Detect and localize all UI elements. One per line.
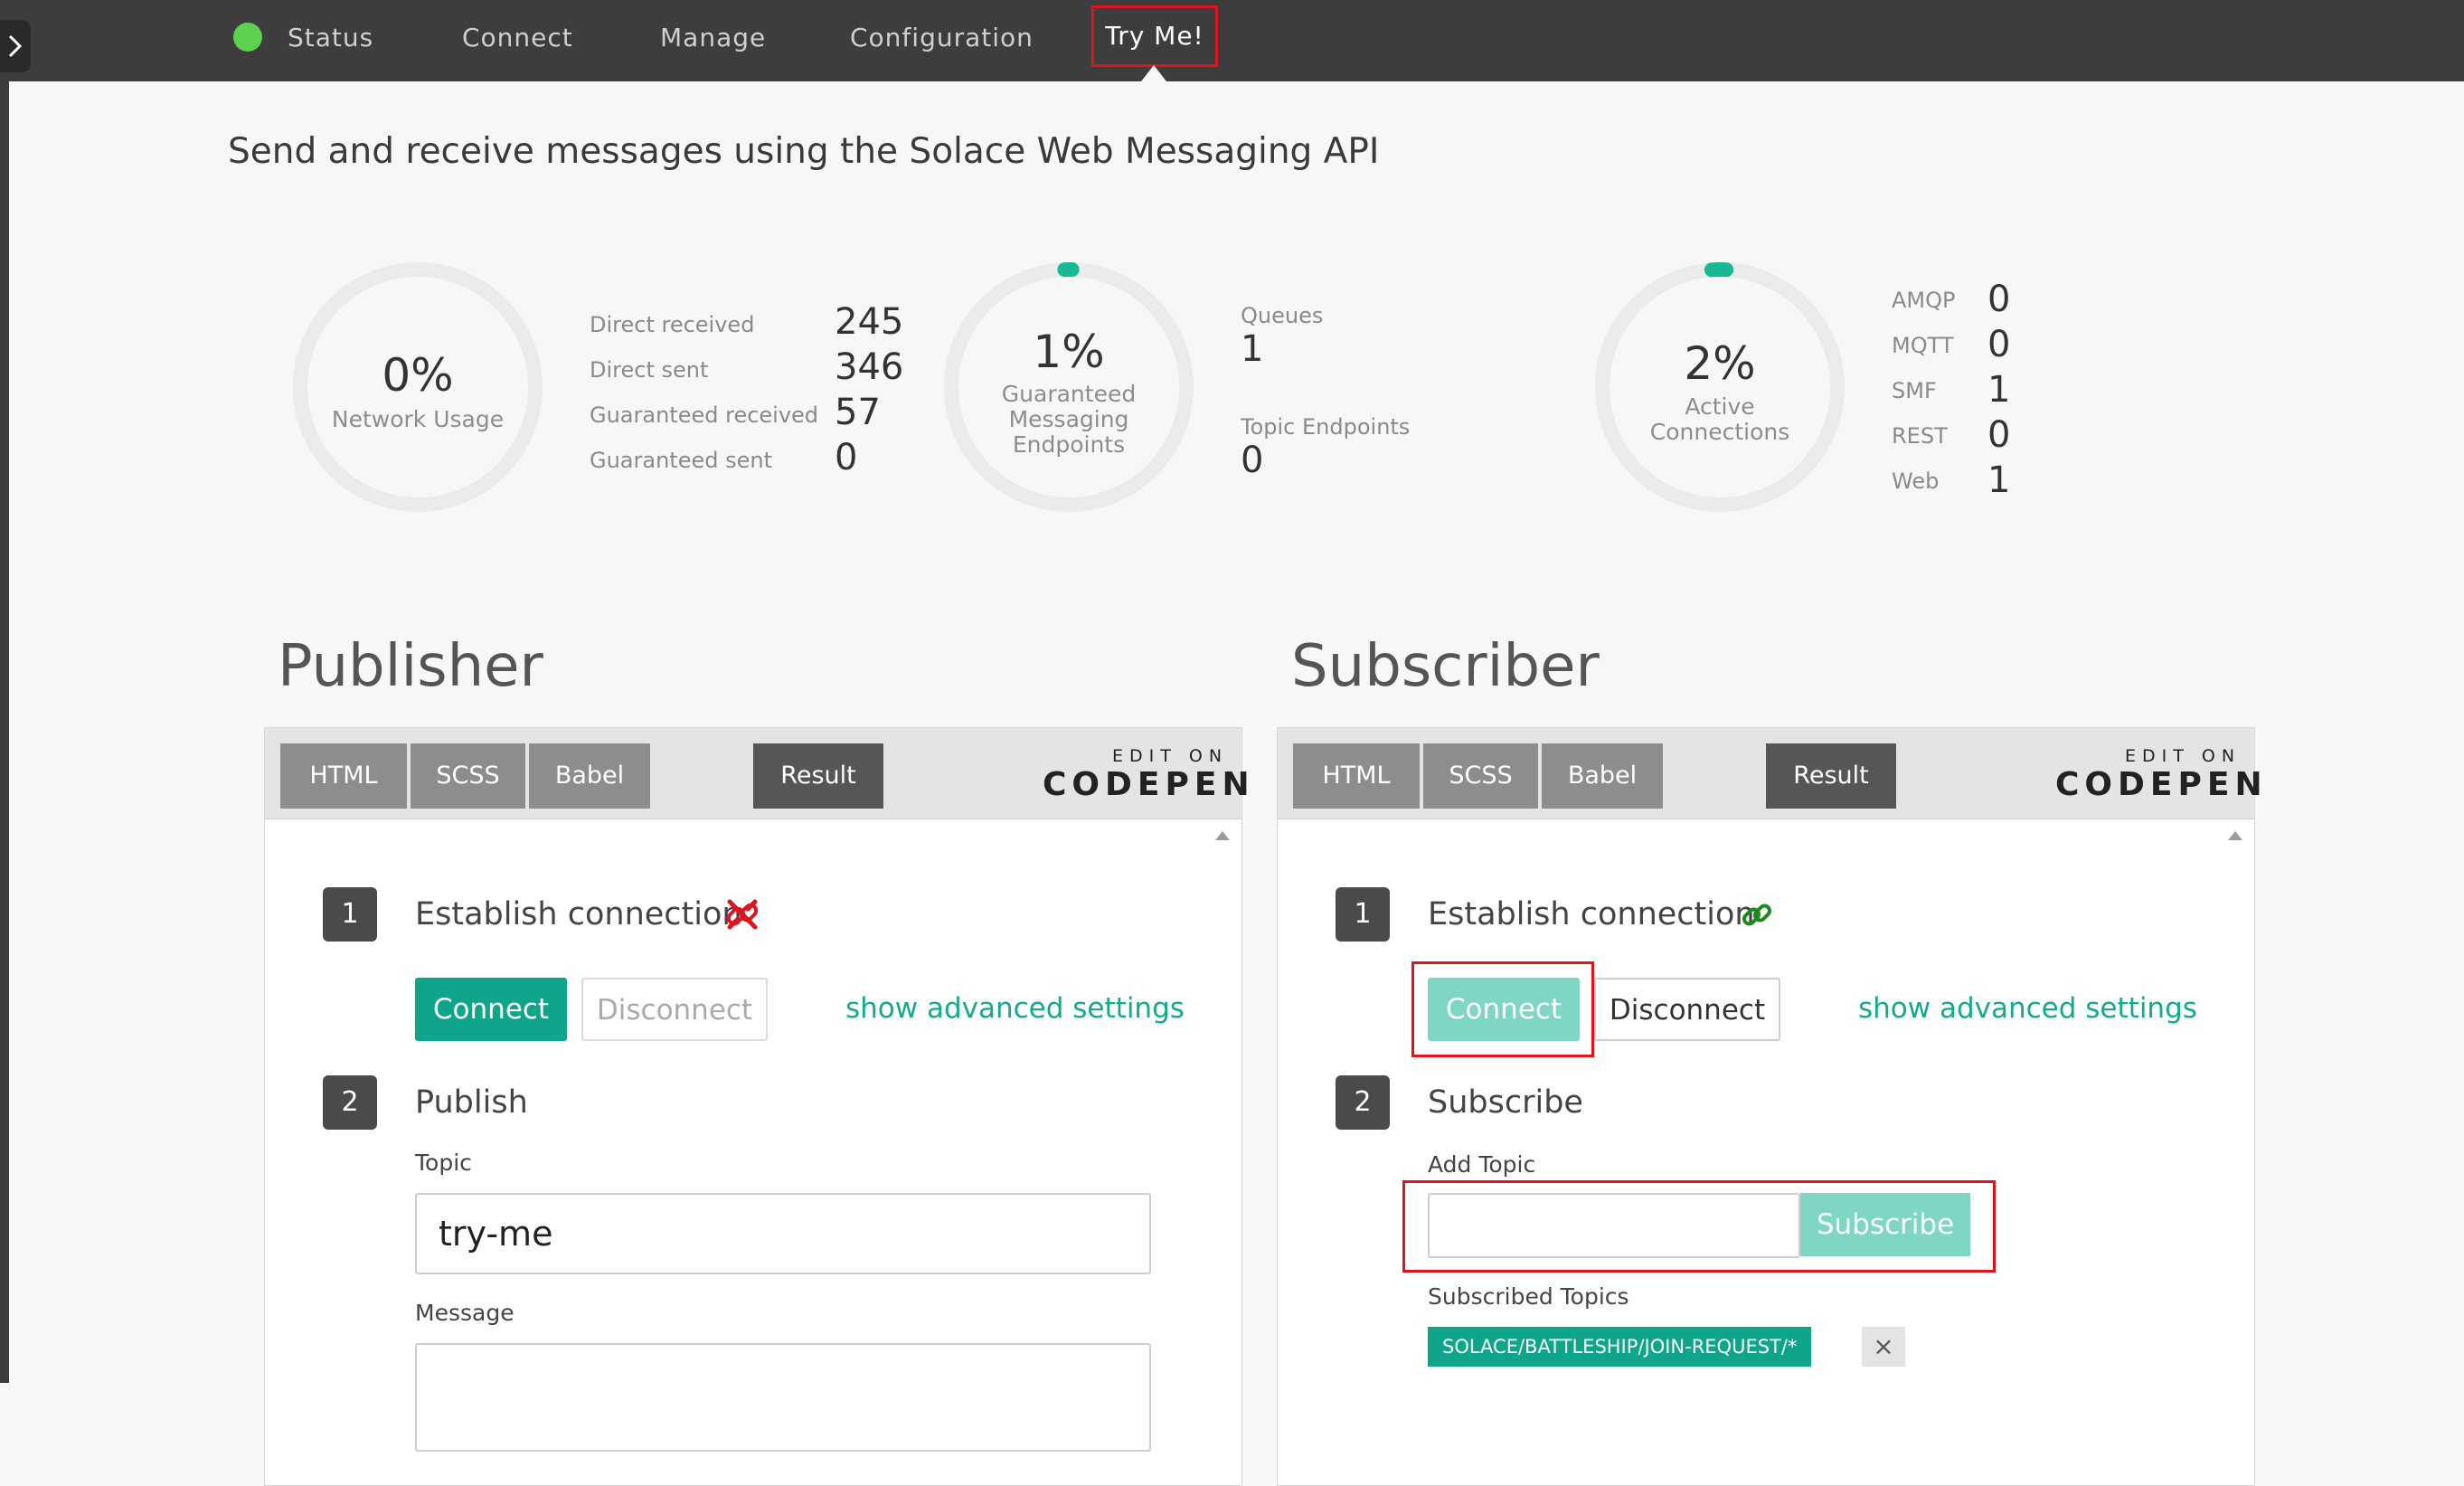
- stat-value: 0: [1987, 279, 2011, 320]
- highlight-box: [1091, 5, 1218, 67]
- subscriber-title: Subscriber: [1291, 633, 1600, 700]
- nav-active-caret: [1141, 65, 1166, 81]
- active-connections-gauge: 2% Active Connections: [1593, 260, 1846, 514]
- stat-value: 0: [1987, 324, 2011, 365]
- step-number: 2: [1336, 1075, 1390, 1130]
- network-usage-gauge: 0% Network Usage: [291, 260, 544, 514]
- broken-link-icon: [726, 899, 759, 930]
- gauge-label: Guaranteed: [1001, 381, 1137, 407]
- add-topic-label: Add Topic: [1428, 1151, 1536, 1178]
- stat-label: Queues: [1241, 303, 1324, 328]
- codepen-logo[interactable]: CODEPEN: [2055, 766, 2268, 803]
- codepen-header: HTML SCSS Babel Result EDIT ON CODEPEN: [1278, 728, 2262, 819]
- stat-label: Direct received: [590, 312, 755, 337]
- sidebar-strip: [0, 81, 9, 1383]
- stat-label: REST: [1892, 423, 1948, 449]
- publisher-codepen: HTML SCSS Babel Result EDIT ON CODEPEN 1…: [264, 727, 1250, 1486]
- link-icon: [1742, 904, 1771, 926]
- disconnect-button[interactable]: Disconnect: [581, 978, 768, 1041]
- subscribed-topics-label: Subscribed Topics: [1428, 1283, 1629, 1310]
- stat-label: Direct sent: [590, 357, 709, 383]
- gauge-label: Active: [1685, 393, 1755, 420]
- codepen-logo[interactable]: CODEPEN: [1043, 766, 1255, 803]
- stat-value: 1: [1987, 459, 2011, 501]
- step-title: Establish connection: [415, 896, 742, 932]
- gauge-percent: 1%: [1033, 326, 1105, 378]
- disconnect-button[interactable]: Disconnect: [1594, 978, 1780, 1041]
- tab-result[interactable]: Result: [753, 743, 883, 809]
- close-icon: ×: [1873, 1331, 1894, 1361]
- stat-value: 245: [835, 301, 904, 343]
- stat-label: MQTT: [1892, 333, 1954, 358]
- stat-label: AMQP: [1892, 288, 1956, 313]
- topic-input[interactable]: [415, 1193, 1151, 1274]
- subscribed-topic-chip: SOLACE/BATTLESHIP/JOIN-REQUEST/*: [1428, 1327, 1812, 1367]
- step-number: 1: [1336, 887, 1390, 942]
- nav-connect[interactable]: Connect: [462, 0, 573, 76]
- stat-value: 0: [1241, 440, 1264, 481]
- tab-scss[interactable]: SCSS: [411, 743, 525, 809]
- stat-value: 1: [1987, 369, 2011, 411]
- guaranteed-endpoints-gauge: 1% Guaranteed Messaging Endpoints: [942, 260, 1195, 514]
- stat-value: 0: [1987, 414, 2011, 456]
- stat-label: Web: [1892, 469, 1940, 494]
- step-number: 1: [323, 887, 377, 942]
- codepen-edit-label[interactable]: EDIT ON: [2125, 746, 2241, 766]
- tab-result[interactable]: Result: [1766, 743, 1896, 809]
- topic-label: Topic: [415, 1150, 472, 1176]
- stat-value: 57: [835, 392, 881, 433]
- codepen-edit-label[interactable]: EDIT ON: [1112, 746, 1228, 766]
- step-number: 2: [323, 1075, 377, 1130]
- tab-scss[interactable]: SCSS: [1423, 743, 1538, 809]
- stat-label: SMF: [1892, 378, 1937, 403]
- publisher-title: Publisher: [278, 633, 543, 700]
- gauge-label: Network Usage: [331, 406, 505, 432]
- tab-babel[interactable]: Babel: [529, 743, 650, 809]
- sidebar-toggle[interactable]: [0, 20, 31, 72]
- chevron-right-icon: [8, 34, 23, 58]
- message-input[interactable]: [415, 1343, 1151, 1452]
- highlight-box: [1402, 1180, 1996, 1273]
- stat-label: Guaranteed received: [590, 402, 819, 428]
- gauge-percent: 0%: [382, 349, 454, 402]
- step-title: Subscribe: [1428, 1084, 1583, 1121]
- message-label: Message: [415, 1300, 515, 1326]
- codepen-header: HTML SCSS Babel Result EDIT ON CODEPEN: [265, 728, 1250, 819]
- stat-value: 1: [1241, 328, 1264, 370]
- gauge-percent: 2%: [1684, 337, 1756, 390]
- highlight-box: [1411, 961, 1594, 1057]
- page-headline: Send and receive messages using the Sola…: [228, 131, 1380, 172]
- gauge-label: Connections: [1649, 419, 1790, 445]
- subscriber-codepen: HTML SCSS Babel Result EDIT ON CODEPEN 1…: [1277, 727, 2262, 1486]
- tab-html[interactable]: HTML: [1293, 743, 1420, 809]
- tab-babel[interactable]: Babel: [1542, 743, 1663, 809]
- gauge-label: Endpoints: [1012, 431, 1126, 458]
- nav-manage[interactable]: Manage: [660, 0, 766, 76]
- tab-html[interactable]: HTML: [280, 743, 407, 809]
- scroll-up-arrow[interactable]: [2228, 831, 2242, 840]
- stat-label: Topic Endpoints: [1241, 414, 1411, 440]
- advanced-settings-link[interactable]: show advanced settings: [845, 992, 1185, 1025]
- scroll-up-arrow[interactable]: [1215, 831, 1230, 840]
- step-title: Publish: [415, 1084, 528, 1121]
- step-title: Establish connection: [1428, 896, 1755, 932]
- connect-button[interactable]: Connect: [415, 978, 567, 1041]
- status-dot-icon: [233, 23, 262, 52]
- remove-topic-button[interactable]: ×: [1862, 1327, 1905, 1367]
- stat-label: Guaranteed sent: [590, 448, 772, 473]
- nav-configuration[interactable]: Configuration: [850, 0, 1034, 76]
- gauge-label: Messaging: [1008, 406, 1129, 432]
- stat-value: 0: [835, 437, 858, 478]
- nav-status[interactable]: Status: [288, 0, 373, 76]
- stat-value: 346: [835, 346, 904, 388]
- advanced-settings-link[interactable]: show advanced settings: [1858, 992, 2197, 1025]
